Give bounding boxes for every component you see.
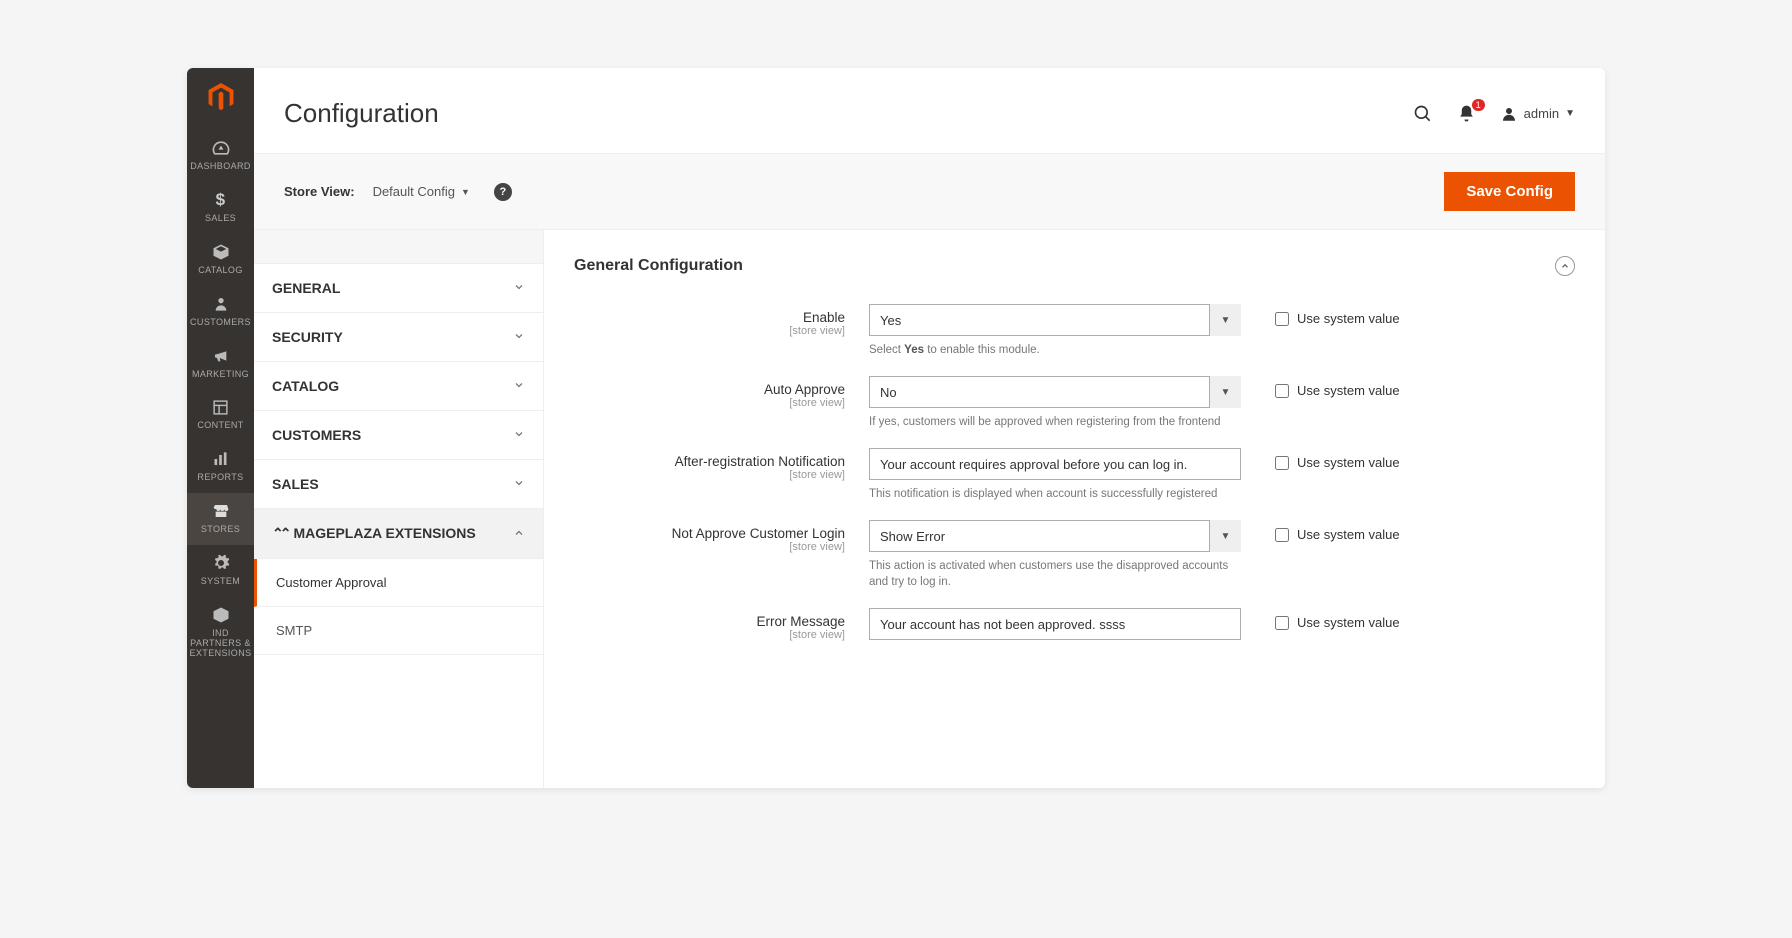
chevron-down-icon <box>513 427 525 443</box>
chevron-down-icon <box>513 280 525 296</box>
store-view-label: Store View: <box>284 184 355 199</box>
not-approve-select[interactable]: Show Error <box>869 520 1241 552</box>
puzzle-icon <box>211 605 231 625</box>
use-system-checkbox[interactable] <box>1275 616 1289 630</box>
chevron-up-icon <box>513 526 525 542</box>
gauge-icon <box>211 138 231 158</box>
sidebar-item-stores[interactable]: STORES <box>187 493 254 545</box>
config-content: GENERAL SECURITY CATALOG CUSTOMERS SALES… <box>254 230 1605 788</box>
box-icon <box>211 242 231 262</box>
use-system-value[interactable]: Use system value <box>1275 376 1400 398</box>
tab-group-general[interactable]: GENERAL <box>254 264 543 313</box>
section-title: General Configuration <box>574 257 743 275</box>
page-title: Configuration <box>284 98 1412 129</box>
use-system-checkbox[interactable] <box>1275 528 1289 542</box>
tab-group-security[interactable]: SECURITY <box>254 313 543 362</box>
field-after-registration: After-registration Notification[store vi… <box>574 448 1575 502</box>
toolbar: Store View: Default Config ▼ ? Save Conf… <box>254 153 1605 230</box>
save-config-button[interactable]: Save Config <box>1444 172 1575 211</box>
user-icon <box>1500 105 1518 123</box>
dollar-icon: $ <box>211 190 231 210</box>
sidebar-item-customers[interactable]: CUSTOMERS <box>187 286 254 338</box>
person-icon <box>211 294 231 314</box>
tab-group-customers[interactable]: CUSTOMERS <box>254 411 543 460</box>
enable-select[interactable]: Yes <box>869 304 1241 336</box>
store-icon <box>211 501 231 521</box>
notifications-icon[interactable]: 1 <box>1456 103 1478 125</box>
tab-group-mageplaza[interactable]: ⌃⌃MAGEPLAZA EXTENSIONS <box>254 509 543 559</box>
section-header[interactable]: General Configuration <box>574 256 1575 276</box>
field-note: If yes, customers will be approved when … <box>869 414 1241 430</box>
sidebar-item-sales[interactable]: $SALES <box>187 182 254 234</box>
use-system-value[interactable]: Use system value <box>1275 608 1400 630</box>
sidebar-item-catalog[interactable]: CATALOG <box>187 234 254 286</box>
field-enable: Enable[store view] Yes ▼ Select Yes to e… <box>574 304 1575 358</box>
after-registration-input[interactable] <box>869 448 1241 480</box>
megaphone-icon <box>211 346 231 366</box>
field-not-approve-login: Not Approve Customer Login[store view] S… <box>574 520 1575 590</box>
sidebar-item-partners[interactable]: IND PARTNERS & EXTENSIONS <box>187 597 254 669</box>
use-system-value[interactable]: Use system value <box>1275 520 1400 542</box>
use-system-value[interactable]: Use system value <box>1275 304 1400 326</box>
tab-customer-approval[interactable]: Customer Approval <box>254 559 543 607</box>
layout-icon <box>211 397 231 417</box>
header-actions: 1 admin ▼ <box>1412 103 1575 125</box>
user-name: admin <box>1524 106 1559 121</box>
use-system-value[interactable]: Use system value <box>1275 448 1400 470</box>
config-tabs: GENERAL SECURITY CATALOG CUSTOMERS SALES… <box>254 230 544 788</box>
main-area: Configuration 1 admin ▼ Store View: Defa… <box>254 68 1605 788</box>
sidebar-item-marketing[interactable]: MARKETING <box>187 338 254 390</box>
notification-badge: 1 <box>1472 99 1485 111</box>
help-icon[interactable]: ? <box>494 183 512 201</box>
brand-caret-icon: ⌃⌃ <box>272 525 287 541</box>
search-icon[interactable] <box>1412 103 1434 125</box>
caret-down-icon: ▼ <box>1565 108 1575 119</box>
chevron-down-icon <box>513 329 525 345</box>
app-window: DASHBOARD $SALES CATALOG CUSTOMERS MARKE… <box>187 68 1605 788</box>
user-menu[interactable]: admin ▼ <box>1500 105 1575 123</box>
sidebar-item-system[interactable]: SYSTEM <box>187 545 254 597</box>
use-system-checkbox[interactable] <box>1275 384 1289 398</box>
config-form: General Configuration Enable[store view]… <box>544 230 1605 788</box>
field-auto-approve: Auto Approve[store view] No ▼ If yes, cu… <box>574 376 1575 430</box>
admin-sidebar: DASHBOARD $SALES CATALOG CUSTOMERS MARKE… <box>187 68 254 788</box>
caret-down-icon: ▼ <box>461 187 470 197</box>
tab-smtp[interactable]: SMTP <box>254 607 543 655</box>
magento-logo-icon <box>206 82 236 112</box>
collapse-icon[interactable] <box>1555 256 1575 276</box>
store-view-switcher[interactable]: Default Config ▼ <box>373 184 470 199</box>
sidebar-item-content[interactable]: CONTENT <box>187 389 254 441</box>
field-note: Select Yes to enable this module. <box>869 342 1241 358</box>
error-message-input[interactable] <box>869 608 1241 640</box>
sidebar-item-dashboard[interactable]: DASHBOARD <box>187 130 254 182</box>
sidebar-item-reports[interactable]: REPORTS <box>187 441 254 493</box>
chevron-down-icon <box>513 378 525 394</box>
gear-icon <box>211 553 231 573</box>
chevron-down-icon <box>513 476 525 492</box>
tab-group-sales[interactable]: SALES <box>254 460 543 509</box>
chart-icon <box>211 449 231 469</box>
field-note: This action is activated when customers … <box>869 558 1241 590</box>
use-system-checkbox[interactable] <box>1275 456 1289 470</box>
field-note: This notification is displayed when acco… <box>869 486 1241 502</box>
tab-group-catalog[interactable]: CATALOG <box>254 362 543 411</box>
auto-approve-select[interactable]: No <box>869 376 1241 408</box>
use-system-checkbox[interactable] <box>1275 312 1289 326</box>
field-error-message: Error Message[store view] Use system val… <box>574 608 1575 641</box>
page-header: Configuration 1 admin ▼ <box>254 68 1605 153</box>
